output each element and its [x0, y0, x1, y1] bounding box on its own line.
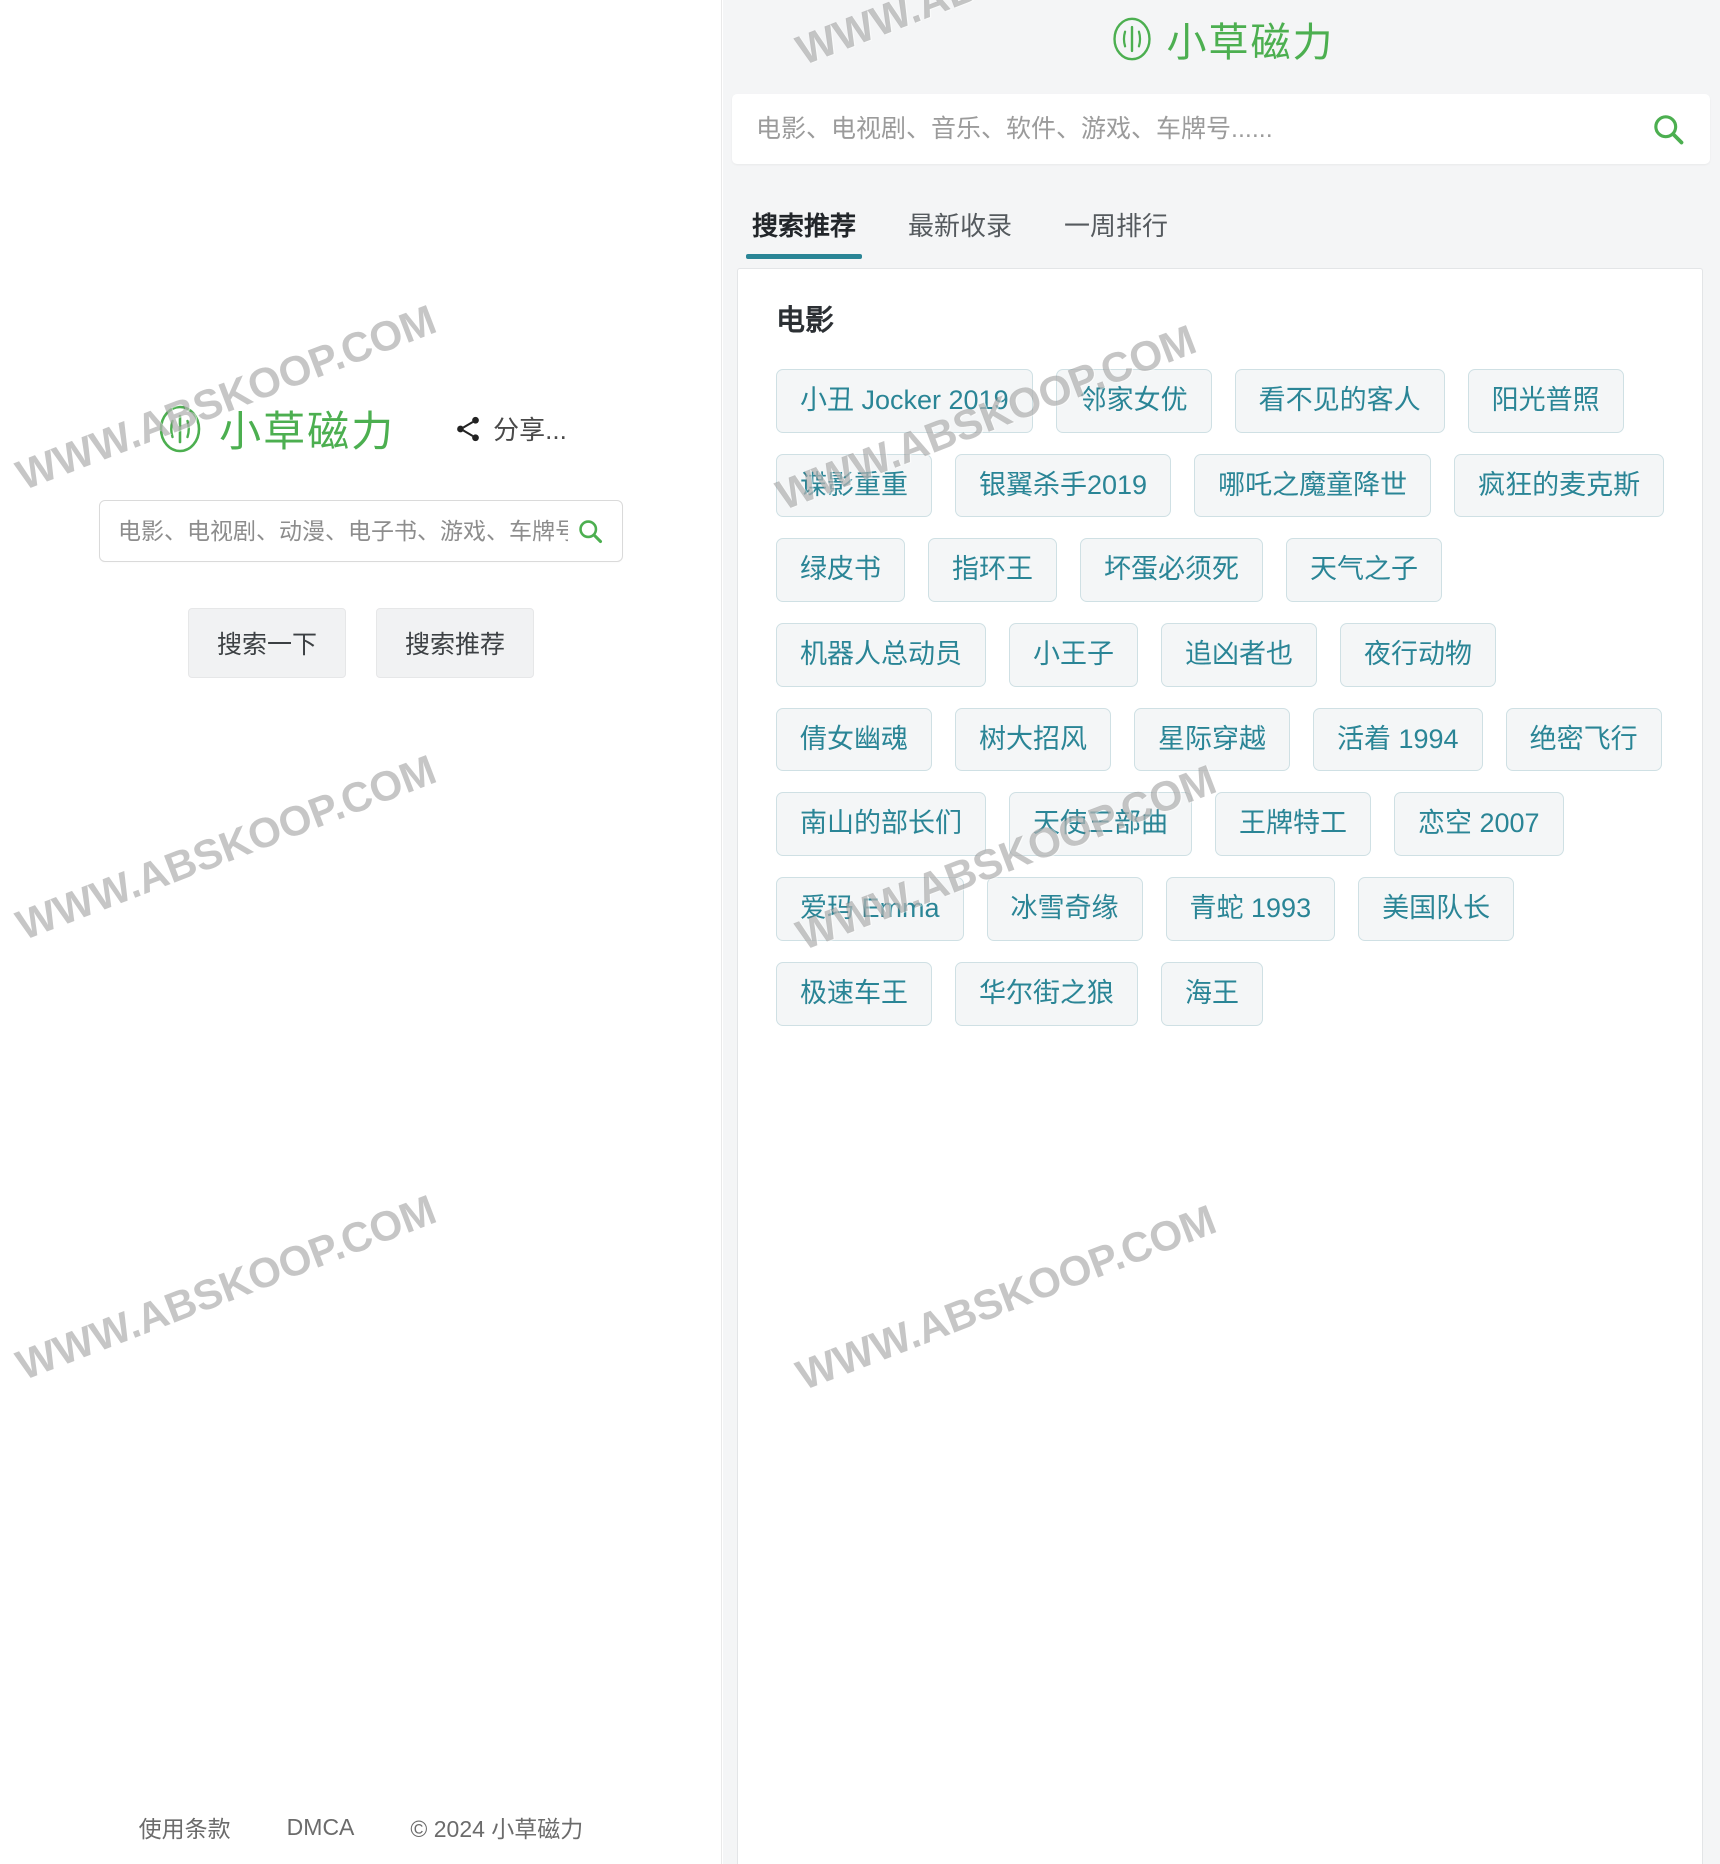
movie-tag[interactable]: 邻家女优	[1055, 369, 1212, 433]
movie-tag[interactable]: 机器人总动员	[776, 623, 986, 687]
movie-tag[interactable]: 王牌特工	[1215, 792, 1371, 857]
movie-tag[interactable]: 美国队长	[1358, 877, 1515, 941]
mobile-view-panel: 小草磁力 搜索推荐 最新收录 一周排行 电影 小丑 Jocker 2019 邻家女…	[723, 0, 1720, 1864]
search-submit-icon-button-mobile[interactable]	[1644, 105, 1692, 153]
movie-tag[interactable]: 青蛇 1993	[1165, 877, 1336, 941]
mobile-tabs: 搜索推荐 最新收录 一周排行	[732, 188, 1710, 268]
movie-tag[interactable]: 南山的部长们	[776, 792, 986, 857]
desktop-action-buttons: 搜索一下 搜索推荐	[0, 608, 721, 678]
movie-tag[interactable]: 小丑 Jocker 2019	[776, 369, 1033, 433]
grass-leaf-logo-icon	[1112, 17, 1151, 61]
movie-tag[interactable]: 小王子	[1009, 623, 1138, 687]
tab-weekly-ranking[interactable]: 一周排行	[1058, 196, 1174, 261]
movie-tag[interactable]: 夜行动物	[1340, 623, 1496, 687]
share-icon	[457, 416, 480, 441]
search-input[interactable]	[116, 516, 570, 546]
brand-name-mobile: 小草磁力	[1166, 20, 1335, 66]
movie-tag[interactable]: 海王	[1161, 961, 1263, 1026]
brand-logo[interactable]: 小草磁力	[155, 398, 395, 459]
movie-tag[interactable]: 追凶者也	[1161, 623, 1317, 687]
search-submit-icon-button[interactable]	[570, 511, 610, 551]
share-label: 分享...	[493, 415, 567, 445]
movie-tag[interactable]: 绝密飞行	[1505, 707, 1662, 772]
search-submit-button[interactable]: 搜索一下	[187, 608, 346, 678]
desktop-search-bar[interactable]	[99, 500, 623, 562]
movie-tag[interactable]: 疯狂的麦克斯	[1454, 453, 1665, 518]
movie-tag[interactable]: 指环王	[928, 538, 1057, 603]
movie-tag[interactable]: 哪吒之魔童降世	[1194, 453, 1432, 518]
movie-tag[interactable]: 活着 1994	[1313, 707, 1483, 772]
movie-tag[interactable]: 爱玛 Emma	[776, 877, 964, 941]
mobile-header: 小草磁力	[723, 0, 1720, 78]
dmca-link[interactable]: DMCA	[287, 1814, 355, 1841]
brand-logo-mobile[interactable]: 小草磁力	[1109, 10, 1335, 68]
brand-name: 小草磁力	[219, 407, 396, 456]
share-button[interactable]: 分享...	[453, 410, 567, 447]
movie-tag[interactable]: 恋空 2007	[1394, 792, 1564, 857]
movie-tag[interactable]: 星际穿越	[1134, 707, 1290, 772]
page-root: 小草磁力 分享... 搜索一下	[0, 0, 1720, 1864]
desktop-view-panel: 小草磁力 分享... 搜索一下	[0, 0, 722, 1864]
movie-tag[interactable]: 看不见的客人	[1234, 369, 1445, 433]
movie-tag[interactable]: 谍影重重	[776, 453, 932, 518]
terms-link[interactable]: 使用条款	[139, 1810, 231, 1844]
movie-tag[interactable]: 绿皮书	[776, 538, 905, 603]
mobile-search-bar[interactable]	[732, 94, 1710, 164]
search-input-mobile[interactable]	[754, 113, 1644, 145]
movie-tag[interactable]: 冰雪奇缘	[986, 877, 1143, 941]
movie-tag[interactable]: 银翼杀手2019	[955, 453, 1172, 518]
movie-tag[interactable]: 天气之子	[1286, 538, 1442, 603]
movie-tag[interactable]: 阳光普照	[1467, 369, 1624, 433]
desktop-header: 小草磁力 分享...	[0, 398, 721, 459]
movie-tag[interactable]: 天使三部曲	[1009, 792, 1192, 857]
section-title-movies: 电影	[776, 305, 835, 337]
movie-tag[interactable]: 华尔街之狼	[955, 961, 1138, 1026]
search-icon	[1654, 115, 1684, 145]
movie-tag[interactable]: 坏蛋必须死	[1080, 538, 1263, 603]
copyright-text: © 2024 小草磁力	[410, 1816, 584, 1842]
search-suggest-button[interactable]: 搜索推荐	[376, 608, 535, 678]
grass-leaf-logo-icon	[159, 405, 201, 452]
search-icon	[579, 520, 603, 544]
movie-tag[interactable]: 树大招风	[955, 707, 1111, 772]
desktop-footer: 使用条款 DMCA © 2024 小草磁力	[0, 1810, 721, 1844]
movie-tag[interactable]: 倩女幽魂	[776, 707, 932, 772]
recommend-card: 电影 小丑 Jocker 2019 邻家女优 看不见的客人 阳光普照谍影重重 银翼杀手2…	[737, 268, 1703, 1864]
tab-search-recommend[interactable]: 搜索推荐	[746, 196, 863, 261]
movie-tag[interactable]: 极速车王	[776, 961, 932, 1026]
tab-latest[interactable]: 最新收录	[902, 196, 1018, 261]
movie-tag-list: 小丑 Jocker 2019 邻家女优 看不见的客人 阳光普照谍影重重 银翼杀手2019…	[738, 339, 1702, 1026]
